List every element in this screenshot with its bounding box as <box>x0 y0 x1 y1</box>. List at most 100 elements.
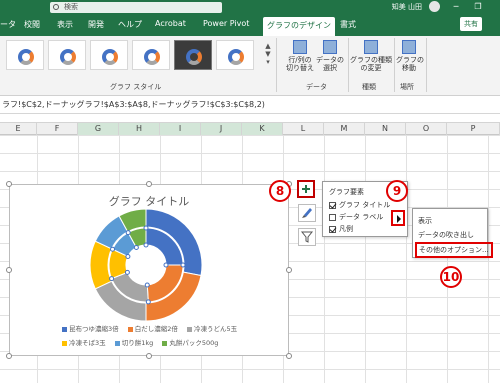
minimize-button[interactable]: ─ <box>450 1 462 13</box>
resize-handle[interactable] <box>286 353 292 359</box>
tab-help[interactable]: ヘルプ <box>118 19 142 30</box>
restore-button[interactable]: ❐ <box>472 1 484 13</box>
resize-handle[interactable] <box>6 267 12 273</box>
chart-area[interactable]: グラフ タイトル 昆布つゆ濃縮3倍 白だし濃縮2倍 冷凍うどん5玉 冷凍そば3玉… <box>9 184 289 356</box>
switch-row-column-button[interactable]: 行/列の 切り替え <box>284 40 316 72</box>
selection-handle[interactable] <box>110 246 116 252</box>
selection-handle[interactable] <box>133 244 139 250</box>
tab-chart-design[interactable]: グラフのデザイン <box>263 17 335 37</box>
selection-handle[interactable] <box>125 230 131 236</box>
avatar[interactable] <box>429 1 440 12</box>
resize-handle[interactable] <box>286 267 292 273</box>
data-labels-submenu: 表示 データの吹き出し その他のオプション... <box>412 208 493 258</box>
legend-entry: 昆布つゆ濃縮3倍 <box>62 323 119 333</box>
ribbon-separator <box>426 38 427 92</box>
chart-elements-button[interactable] <box>297 180 315 198</box>
resize-handle[interactable] <box>6 181 12 187</box>
data-labels-expand-button[interactable] <box>391 210 405 226</box>
selection-handle[interactable] <box>125 253 131 259</box>
checkbox-icon <box>329 201 336 209</box>
gallery-more-icon[interactable]: ▲ ▼ ▾ <box>264 42 272 70</box>
select-data-button[interactable]: データの 選択 <box>316 40 344 72</box>
checkbox-data-labels[interactable]: データ ラベル <box>329 212 383 222</box>
legend-entry: 冷凍うどん5玉 <box>186 323 237 333</box>
legend-swatch <box>62 340 67 346</box>
tab-format[interactable]: 書式 <box>340 19 356 30</box>
title-bar: 検索 知美 山田 ─ ❐ <box>0 0 500 14</box>
selection-handle[interactable] <box>143 225 149 231</box>
ribbon-separator <box>394 38 395 92</box>
tab-view[interactable]: 表示 <box>57 19 73 30</box>
column-header[interactable]: I <box>160 123 201 135</box>
group-label-location: 場所 <box>400 83 414 91</box>
legend-swatch <box>114 340 120 346</box>
column-headers: E F G H I J K L M N O P <box>0 122 500 135</box>
legend-entry: 冷凍そば3玉 <box>62 337 106 347</box>
search-icon <box>53 4 59 10</box>
chart-style-2[interactable] <box>48 40 86 70</box>
ribbon-separator <box>276 38 277 92</box>
legend-entry: 切り餅1kg <box>114 337 153 347</box>
column-header[interactable]: J <box>201 123 242 135</box>
selection-handle[interactable] <box>144 282 150 288</box>
menu-item-more-options[interactable]: その他のオプション... <box>415 242 493 258</box>
column-header[interactable]: N <box>365 123 406 135</box>
column-header[interactable]: K <box>242 123 283 135</box>
brush-icon <box>302 208 312 218</box>
chart-style-5[interactable] <box>174 40 212 70</box>
resize-handle[interactable] <box>6 353 12 359</box>
menu-item-show[interactable]: 表示 <box>418 216 432 226</box>
column-header[interactable]: F <box>37 123 78 135</box>
tab-data[interactable]: ータ <box>0 19 16 30</box>
selection-handle[interactable] <box>145 299 151 305</box>
selection-handle[interactable] <box>163 262 169 268</box>
resize-handle[interactable] <box>146 181 152 187</box>
tab-acrobat[interactable]: Acrobat <box>155 19 186 28</box>
ribbon-tabs: ータ 校閲 表示 開発 ヘルプ Acrobat Power Pivot グラフの… <box>0 14 500 37</box>
legend-swatch <box>186 326 192 332</box>
tab-developer[interactable]: 開発 <box>88 19 104 30</box>
share-button[interactable]: 共有 <box>460 17 482 31</box>
formula-bar[interactable]: ラフ!$C$2,ドーナッグラフ!$A$3:$A$8,ドーナッグラフ!$C$3:$… <box>0 96 500 114</box>
ribbon-separator <box>348 38 349 92</box>
column-header[interactable]: P <box>447 123 500 135</box>
chart-style-6[interactable] <box>216 40 254 70</box>
switch-row-column-icon <box>293 40 307 54</box>
legend-swatch <box>162 340 168 346</box>
legend-entry: 白だし濃縮2倍 <box>127 323 178 333</box>
chart-legend[interactable]: 昆布つゆ濃縮3倍 白だし濃縮2倍 冷凍うどん5玉 冷凍そば3玉 切り餅1kg 丸… <box>62 323 282 351</box>
selection-handle[interactable] <box>180 262 186 268</box>
chevron-right-icon <box>397 215 401 223</box>
column-header[interactable]: L <box>283 123 324 135</box>
select-data-icon <box>323 40 337 54</box>
move-chart-icon <box>402 40 416 54</box>
selection-handle[interactable] <box>143 242 149 248</box>
search-input[interactable]: 検索 <box>50 2 222 13</box>
donut-chart[interactable] <box>10 205 290 340</box>
chart-filters-button[interactable] <box>298 228 316 246</box>
checkbox-chart-title[interactable]: グラフ タイトル <box>329 200 390 210</box>
chart-style-1[interactable] <box>6 40 44 70</box>
callout-10: 10 <box>440 266 462 288</box>
chart-style-4[interactable] <box>132 40 170 70</box>
column-header[interactable]: M <box>324 123 365 135</box>
chart-elements-title: グラフ要素 <box>329 188 364 196</box>
menu-item-data-callout[interactable]: データの吹き出し <box>418 230 474 240</box>
column-header[interactable]: E <box>0 123 37 135</box>
selection-handle[interactable] <box>109 276 115 282</box>
tab-power-pivot[interactable]: Power Pivot <box>203 19 249 28</box>
column-header[interactable]: G <box>78 123 119 135</box>
column-header[interactable]: H <box>119 123 160 135</box>
callout-9: 9 <box>386 180 408 202</box>
tab-review[interactable]: 校閲 <box>24 19 40 30</box>
column-header[interactable]: O <box>406 123 447 135</box>
legend-swatch <box>62 326 67 332</box>
chart-style-3[interactable] <box>90 40 128 70</box>
legend-entry: 丸餅パック500g <box>162 337 218 347</box>
resize-handle[interactable] <box>146 353 152 359</box>
checkbox-legend[interactable]: 凡例 <box>329 224 353 234</box>
move-chart-button[interactable]: グラフの 移動 <box>396 40 424 72</box>
chart-styles-button[interactable] <box>298 204 316 222</box>
selection-handle[interactable] <box>124 269 130 275</box>
change-chart-type-button[interactable]: グラフの種類 の変更 <box>350 40 392 72</box>
